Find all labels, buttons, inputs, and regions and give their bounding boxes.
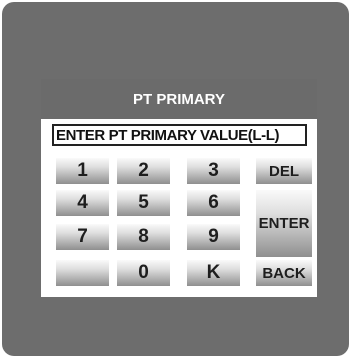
screen-title: PT PRIMARY bbox=[41, 79, 317, 119]
key-8[interactable]: 8 bbox=[117, 224, 170, 250]
key-1[interactable]: 1 bbox=[56, 158, 109, 184]
back-button[interactable]: BACK bbox=[256, 260, 312, 286]
key-5[interactable]: 5 bbox=[117, 190, 170, 216]
value-entry-field[interactable]: ENTER PT PRIMARY VALUE(L-L) bbox=[52, 124, 307, 146]
key-9[interactable]: 9 bbox=[187, 224, 240, 250]
device-bezel: PT PRIMARY ENTER PT PRIMARY VALUE(L-L) 1… bbox=[2, 2, 349, 356]
delete-button[interactable]: DEL bbox=[256, 158, 312, 184]
key-0[interactable]: 0 bbox=[117, 260, 170, 286]
blank-key[interactable] bbox=[56, 260, 109, 286]
enter-button[interactable]: ENTER bbox=[256, 190, 312, 257]
key-k[interactable]: K bbox=[187, 260, 240, 286]
key-7[interactable]: 7 bbox=[56, 224, 109, 250]
display-screen: PT PRIMARY ENTER PT PRIMARY VALUE(L-L) 1… bbox=[41, 79, 317, 297]
key-6[interactable]: 6 bbox=[187, 190, 240, 216]
key-4[interactable]: 4 bbox=[56, 190, 109, 216]
key-2[interactable]: 2 bbox=[117, 158, 170, 184]
key-3[interactable]: 3 bbox=[187, 158, 240, 184]
